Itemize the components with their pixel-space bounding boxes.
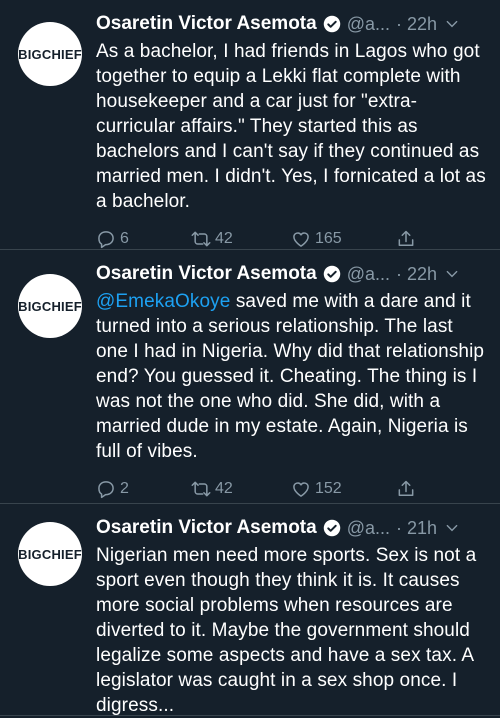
like-count: 165 bbox=[315, 230, 342, 247]
avatar[interactable]: BIGCHIEF bbox=[18, 522, 82, 586]
reply-icon bbox=[98, 231, 114, 249]
tweet-actions: 2 42 152 bbox=[96, 470, 490, 508]
author-handle[interactable]: @a... bbox=[347, 518, 390, 539]
timestamp[interactable]: · 21h bbox=[396, 518, 437, 539]
author-name[interactable]: Osaretin Victor Asemota bbox=[96, 13, 317, 35]
avatar-text: BIGCHIEF bbox=[18, 298, 82, 314]
share-button[interactable] bbox=[396, 479, 416, 499]
author-handle[interactable]: @a... bbox=[347, 14, 390, 35]
verified-badge-icon bbox=[323, 15, 340, 33]
share-icon bbox=[398, 230, 414, 246]
tweet-text-rest: saved me with a dare and it turned into … bbox=[96, 291, 485, 462]
tweet-header: Osaretin Victor Asemota @a... · 21h bbox=[96, 516, 490, 540]
share-button[interactable] bbox=[396, 229, 416, 249]
avatar-text: BIGCHIEF bbox=[18, 46, 82, 62]
avatar[interactable]: BIGCHIEF bbox=[18, 22, 82, 86]
tweet-header: Osaretin Victor Asemota @a... · 22h bbox=[96, 12, 490, 36]
tweet-text: Nigerian men need more sports. Sex is no… bbox=[96, 545, 477, 716]
author-name[interactable]: Osaretin Victor Asemota bbox=[96, 263, 317, 285]
share-icon bbox=[398, 480, 414, 496]
like-icon bbox=[293, 482, 309, 497]
reply-count: 2 bbox=[120, 480, 129, 497]
retweet-button[interactable]: 42 bbox=[191, 479, 291, 499]
retweet-button[interactable]: 42 bbox=[191, 229, 291, 249]
chevron-down-icon[interactable] bbox=[445, 521, 459, 535]
tweet[interactable]: BIGCHIEF Osaretin Victor Asemota @a... ·… bbox=[0, 250, 500, 504]
tweet[interactable]: BIGCHIEF Osaretin Victor Asemota @a... ·… bbox=[0, 0, 500, 250]
like-count: 152 bbox=[315, 480, 342, 497]
avatar[interactable]: BIGCHIEF bbox=[18, 274, 82, 338]
author-name[interactable]: Osaretin Victor Asemota bbox=[96, 517, 317, 539]
retweet-count: 42 bbox=[215, 480, 233, 497]
tweet-text: @EmekaOkoye saved me with a dare and it … bbox=[96, 289, 490, 464]
reply-icon bbox=[98, 481, 114, 499]
reply-button[interactable]: 6 bbox=[96, 229, 191, 249]
verified-badge-icon bbox=[323, 519, 340, 537]
author-handle[interactable]: @a... bbox=[347, 264, 390, 285]
reply-count: 6 bbox=[120, 230, 129, 247]
chevron-down-icon[interactable] bbox=[445, 17, 459, 31]
timestamp[interactable]: · 22h bbox=[396, 14, 437, 35]
tweet-header: Osaretin Victor Asemota @a... · 22h bbox=[96, 262, 490, 286]
timestamp[interactable]: · 22h bbox=[396, 264, 437, 285]
like-button[interactable]: 152 bbox=[291, 479, 396, 499]
retweet-icon bbox=[191, 231, 211, 247]
verified-badge-icon bbox=[323, 265, 340, 283]
tweet[interactable]: BIGCHIEF Osaretin Victor Asemota @a... ·… bbox=[0, 504, 500, 716]
like-button[interactable]: 165 bbox=[291, 229, 396, 249]
like-icon bbox=[293, 232, 309, 247]
chevron-down-icon[interactable] bbox=[445, 267, 459, 281]
avatar-text: BIGCHIEF bbox=[18, 546, 82, 562]
reply-button[interactable]: 2 bbox=[96, 479, 191, 499]
retweet-count: 42 bbox=[215, 230, 233, 247]
retweet-icon bbox=[191, 481, 211, 497]
tweet-text: As a bachelor, I had friends in Lagos wh… bbox=[96, 41, 486, 212]
mention-link[interactable]: @EmekaOkoye bbox=[96, 291, 230, 312]
